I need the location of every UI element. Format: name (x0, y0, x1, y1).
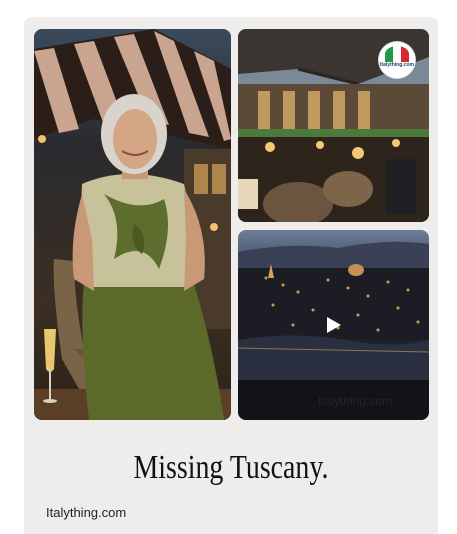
woman-terrace-scene (34, 29, 231, 420)
play-icon[interactable] (326, 316, 342, 334)
pin-video-bottom-right[interactable]: Italything.com (238, 230, 429, 420)
pin-image-left[interactable] (34, 29, 231, 420)
italything-logo-badge: Italything.com (379, 42, 415, 78)
source-link[interactable]: Italything.com (46, 505, 126, 520)
italian-flag-icon (385, 46, 409, 62)
pin-image-top-right[interactable]: Italything.com (238, 29, 429, 222)
badge-label: Italything.com (380, 62, 414, 68)
watermark-text: Italything.com (318, 394, 393, 408)
pin-title: Missing Tuscany. (133, 449, 329, 486)
